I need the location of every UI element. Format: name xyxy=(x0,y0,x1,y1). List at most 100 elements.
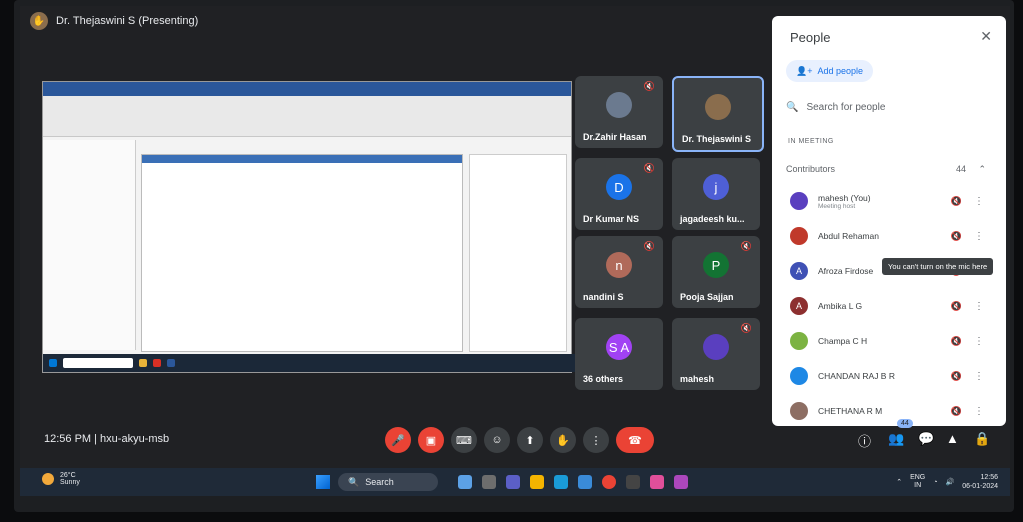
more-vert-icon[interactable]: ⋮ xyxy=(974,301,984,312)
mic-muted-icon[interactable]: 🔇 xyxy=(951,301,962,312)
participant-name: CHETHANA R M xyxy=(818,406,883,416)
captions-button[interactable]: ⌨ xyxy=(451,427,477,453)
taskbar-search[interactable]: 🔍 Search xyxy=(338,473,438,491)
store-icon[interactable] xyxy=(578,475,592,489)
participant-list-item[interactable]: Champa C H 🔇 ⋮ xyxy=(790,328,990,354)
contributors-section-header[interactable]: Contributors 44 ⌃ xyxy=(786,158,992,180)
avatar xyxy=(790,367,808,385)
app-icon[interactable] xyxy=(626,475,640,489)
participant-name: Ambika L G xyxy=(818,301,863,311)
mic-muted-icon[interactable]: 🔇 xyxy=(951,371,962,382)
people-count-badge: 44 xyxy=(897,419,913,428)
file-explorer-icon[interactable] xyxy=(530,475,544,489)
people-icon[interactable]: 👥 xyxy=(888,431,904,447)
mic-muted-icon: 🔇 xyxy=(740,241,752,251)
participant-name: Dr Kumar NS xyxy=(583,214,640,224)
people-search-input[interactable]: 🔍 Search for people xyxy=(786,98,986,116)
teams-icon[interactable] xyxy=(506,475,520,489)
shared-app-icon xyxy=(167,359,175,367)
mic-muted-icon: 🔇 xyxy=(643,81,655,91)
participant-avatar xyxy=(705,94,731,120)
participant-list-item[interactable]: mahesh (You) Meeting host 🔇 ⋮ xyxy=(790,188,990,214)
windows-start-icon[interactable] xyxy=(316,475,330,489)
participant-list-item[interactable]: A Ambika L G 🔇 ⋮ xyxy=(790,293,990,319)
mic-muted-icon[interactable]: 🔇 xyxy=(951,406,962,417)
raise-hand-button[interactable]: ✋ xyxy=(550,427,576,453)
app-icon[interactable] xyxy=(650,475,664,489)
chrome-icon[interactable] xyxy=(602,475,616,489)
participant-tile[interactable]: D 🔇 Dr Kumar NS xyxy=(575,158,663,230)
shared-right-pane xyxy=(469,154,567,352)
participant-tile[interactable]: j jagadeesh ku... xyxy=(672,158,760,230)
more-vert-icon[interactable]: ⋮ xyxy=(974,336,984,347)
taskview-icon[interactable] xyxy=(458,475,472,489)
shared-taskbar xyxy=(43,354,577,372)
volume-icon[interactable]: 🔊 xyxy=(945,478,954,486)
participant-tile[interactable]: n 🔇 nandini S xyxy=(575,236,663,308)
shared-doc-titlebar xyxy=(142,155,462,163)
shared-search-box xyxy=(63,358,133,368)
mic-off-button[interactable]: 🎤 xyxy=(385,427,411,453)
participant-avatar: n xyxy=(606,252,632,278)
participant-avatar: D xyxy=(606,174,632,200)
shared-document-window xyxy=(141,154,463,352)
avatar xyxy=(790,332,808,350)
mic-muted-icon: 🔇 xyxy=(740,323,752,333)
more-vert-icon[interactable]: ⋮ xyxy=(974,231,984,242)
participant-list-item[interactable]: Abdul Rehaman 🔇 ⋮ xyxy=(790,223,990,249)
clock-date[interactable]: 06-01-2024 xyxy=(962,483,998,490)
app-icon[interactable] xyxy=(674,475,688,489)
present-button[interactable]: ⬆ xyxy=(517,427,543,453)
search-icon: 🔍 xyxy=(786,101,799,113)
widgets-icon[interactable] xyxy=(482,475,496,489)
sun-icon xyxy=(42,473,54,485)
add-people-button[interactable]: 👤+ Add people xyxy=(786,60,874,82)
shared-start-icon xyxy=(49,359,57,367)
participant-name: CHANDAN RAJ B R xyxy=(818,371,895,381)
chevron-up-icon[interactable]: ⌃ xyxy=(896,478,902,486)
participant-tile[interactable]: 🔇 mahesh xyxy=(672,318,760,390)
more-vert-icon[interactable]: ⋮ xyxy=(974,371,984,382)
activities-icon[interactable]: ▲ xyxy=(946,431,959,446)
chat-icon[interactable]: 💬 xyxy=(918,431,934,447)
clock-time[interactable]: 12:56 xyxy=(980,474,998,481)
weather-widget[interactable]: 26°C Sunny xyxy=(42,472,80,486)
people-panel: People ✕ 👤+ Add people 🔍 Search for peop… xyxy=(772,16,1006,426)
shared-app-icon xyxy=(139,359,147,367)
avatar xyxy=(790,227,808,245)
participant-role: Meeting host xyxy=(818,202,856,210)
taskbar-search-label: Search xyxy=(365,477,394,487)
edge-icon[interactable] xyxy=(554,475,568,489)
contributors-label: Contributors xyxy=(786,164,836,174)
lock-icon[interactable]: 🔒 xyxy=(974,431,990,447)
weather-desc: Sunny xyxy=(60,479,80,486)
participant-name: jagadeesh ku... xyxy=(680,214,745,224)
close-icon[interactable]: ✕ xyxy=(980,28,992,45)
more-vert-icon[interactable]: ⋮ xyxy=(974,196,984,207)
participant-tile[interactable]: Dr. Thejaswini S xyxy=(672,76,764,152)
more-vert-icon[interactable]: ⋮ xyxy=(974,406,984,417)
participant-tile[interactable]: 🔇 Dr.Zahir Hasan xyxy=(575,76,663,148)
participant-list-item[interactable]: CHANDAN RAJ B R 🔇 ⋮ xyxy=(790,363,990,389)
weather-temp: 26°C xyxy=(60,472,76,479)
language-label[interactable]: ENG xyxy=(910,474,925,481)
add-people-label: Add people xyxy=(817,66,864,76)
avatar xyxy=(790,192,808,210)
mic-muted-icon[interactable]: 🔇 xyxy=(951,336,962,347)
camera-off-button[interactable]: ▣ xyxy=(418,427,444,453)
leave-call-button[interactable]: ☎ xyxy=(616,427,654,453)
participant-avatar: P xyxy=(703,252,729,278)
mic-muted-icon[interactable]: 🔇 xyxy=(951,231,962,242)
add-person-icon: 👤+ xyxy=(796,65,813,76)
system-tray: ⌃ ENG IN ◔ 🔊 12:56 06-01-2024 xyxy=(896,473,998,491)
participant-tile[interactable]: P 🔇 Pooja Sajjan xyxy=(672,236,760,308)
mic-muted-icon[interactable]: 🔇 xyxy=(951,196,962,207)
more-options-button[interactable]: ⋮ xyxy=(583,427,609,453)
emoji-button[interactable]: ☺ xyxy=(484,427,510,453)
participant-name: Afroza Firdose xyxy=(818,266,874,276)
participant-name: mahesh xyxy=(680,374,715,384)
wifi-icon[interactable]: ◔ xyxy=(933,479,937,486)
chevron-up-icon: ⌃ xyxy=(978,163,986,174)
participant-tile[interactable]: S A 36 others xyxy=(575,318,663,390)
info-icon[interactable]: ⓘ xyxy=(858,431,871,450)
